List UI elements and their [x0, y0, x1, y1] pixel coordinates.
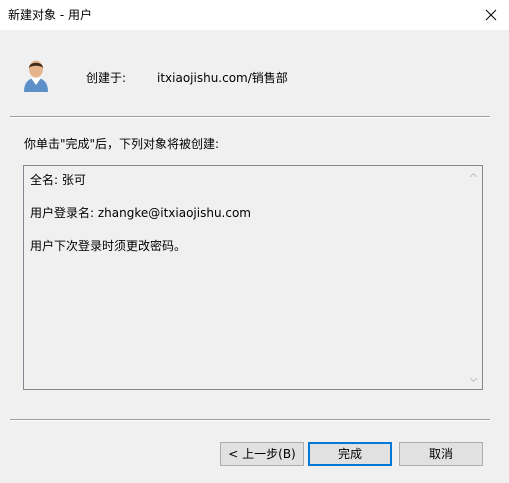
back-button[interactable]: < 上一步(B) [220, 442, 304, 466]
window-title: 新建对象 - 用户 [8, 8, 92, 22]
created-in-label: 创建于: [86, 71, 127, 85]
summary-password-note: 用户下次登录时须更改密码。 [30, 239, 187, 253]
divider [10, 419, 490, 421]
summary-logon-name: 用户登录名: zhangke@itxiaojishu.com [30, 206, 251, 220]
new-object-user-dialog: 新建对象 - 用户 创建于: itxiaojishu.com/销售部 你单击"完… [0, 0, 509, 483]
close-icon [485, 9, 497, 21]
summary-intro-text: 你单击"完成"后，下列对象将被创建: [24, 137, 220, 151]
cancel-button[interactable]: 取消 [399, 442, 483, 466]
scroll-down-arrow-icon[interactable] [469, 375, 478, 384]
summary-textbox[interactable]: 全名: 张可 用户登录名: zhangke@itxiaojishu.com 用户… [23, 165, 483, 390]
divider [10, 116, 490, 118]
scroll-up-arrow-icon[interactable] [469, 171, 478, 180]
vertical-scrollbar[interactable] [465, 166, 482, 389]
title-bar: 新建对象 - 用户 [0, 0, 509, 30]
summary-full-name: 全名: 张可 [30, 173, 86, 187]
created-in-path: itxiaojishu.com/销售部 [157, 71, 288, 85]
user-icon [22, 58, 50, 92]
finish-button[interactable]: 完成 [308, 442, 392, 466]
close-button[interactable] [481, 5, 501, 25]
